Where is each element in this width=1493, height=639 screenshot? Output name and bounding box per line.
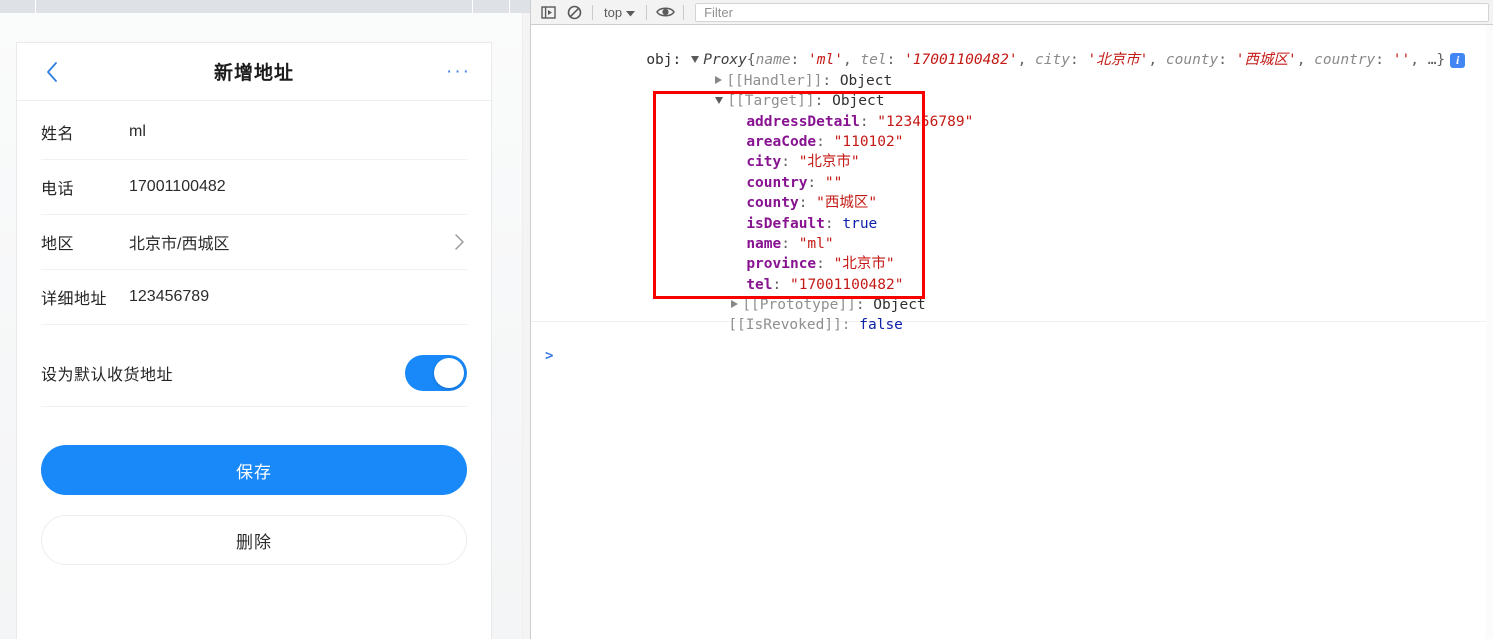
eye-icon[interactable] bbox=[652, 1, 678, 23]
field-label: 地区 bbox=[41, 236, 75, 253]
default-address-label: 设为默认收货地址 bbox=[41, 366, 174, 384]
region-value[interactable]: 北京市/西城区 bbox=[129, 230, 451, 254]
console-prompt[interactable]: > bbox=[531, 343, 1493, 369]
toolbar-separator bbox=[592, 4, 593, 20]
delete-button[interactable]: 删除 bbox=[41, 515, 467, 565]
devtools-console-pane: top Filter obj: Proxy{name: 'ml', tel: '… bbox=[531, 0, 1493, 639]
object-property-row[interactable]: tel: "17001100482" bbox=[531, 254, 1493, 293]
save-button[interactable]: 保存 bbox=[41, 445, 467, 495]
console-scrollbar[interactable] bbox=[1486, 25, 1493, 639]
object-property-row[interactable]: name: "ml" bbox=[531, 214, 1493, 252]
tel-input[interactable]: 17001100482 bbox=[129, 178, 467, 196]
screenshot-root: 新增地址 ··· 姓名 ml 电话 17001100482 地区 北京市/西城区 bbox=[0, 0, 1493, 639]
form-row-address-detail[interactable]: 详细地址 123456789 bbox=[41, 270, 467, 325]
browser-page-pane: 新增地址 ··· 姓名 ml 电话 17001100482 地区 北京市/西城区 bbox=[0, 0, 530, 639]
context-label: top bbox=[604, 4, 623, 20]
console-toolbar: top Filter bbox=[531, 0, 1493, 25]
chevron-left-icon bbox=[45, 61, 59, 83]
form-row-tel[interactable]: 电话 17001100482 bbox=[41, 160, 467, 215]
console-drawer-icon[interactable] bbox=[535, 1, 561, 23]
slot-name: [[IsRevoked]]: bbox=[728, 317, 851, 334]
tab-divider bbox=[35, 0, 36, 13]
page-header: 新增地址 ··· bbox=[17, 43, 491, 101]
form-row-name[interactable]: 姓名 ml bbox=[41, 105, 467, 160]
object-property-row[interactable]: city: "北京市" bbox=[531, 132, 1493, 170]
tab-divider bbox=[472, 0, 473, 13]
is-revoked-row: [[IsRevoked]]: false bbox=[531, 295, 1493, 333]
toolbar-separator bbox=[683, 4, 685, 20]
address-form-card: 新增地址 ··· 姓名 ml 电话 17001100482 地区 北京市/西城区 bbox=[16, 42, 492, 639]
object-property-row[interactable]: province: "北京市" bbox=[531, 234, 1493, 272]
internal-slot-handler[interactable]: [[Handler]]: Object bbox=[531, 50, 1493, 89]
console-log-entry: obj: Proxy{name: 'ml', tel: '17001100482'… bbox=[531, 25, 1493, 333]
more-options-button[interactable]: ··· bbox=[446, 62, 471, 81]
clear-console-icon[interactable] bbox=[561, 1, 587, 23]
default-address-row: 设为默认收货地址 bbox=[41, 339, 467, 407]
name-input[interactable]: ml bbox=[129, 123, 467, 141]
object-property-row[interactable]: county: "西城区" bbox=[531, 173, 1493, 211]
object-property-row[interactable]: isDefault: true bbox=[531, 193, 1493, 232]
field-label: 电话 bbox=[41, 181, 75, 198]
chevron-right-icon[interactable] bbox=[451, 233, 467, 251]
address-detail-input[interactable]: 123456789 bbox=[129, 288, 467, 306]
page-title: 新增地址 bbox=[213, 63, 294, 84]
back-button[interactable] bbox=[39, 59, 65, 85]
toggle-knob bbox=[434, 357, 464, 388]
proxy-summary-line[interactable]: obj: Proxy{name: 'ml', tel: '17001100482'… bbox=[531, 30, 1493, 68]
toolbar-separator bbox=[646, 4, 648, 20]
field-label: 姓名 bbox=[41, 126, 75, 143]
object-property-row[interactable]: country: "" bbox=[531, 152, 1493, 191]
chevron-down-icon bbox=[626, 5, 636, 20]
filter-input[interactable]: Filter bbox=[695, 2, 1489, 22]
console-output: obj: Proxy{name: 'ml', tel: '17001100482'… bbox=[531, 25, 1493, 639]
tab-divider bbox=[509, 0, 510, 13]
form-actions: 保存 删除 bbox=[17, 407, 491, 565]
default-address-toggle[interactable] bbox=[405, 354, 467, 391]
execution-context-select[interactable]: top bbox=[598, 2, 641, 22]
form-row-region[interactable]: 地区 北京市/西城区 bbox=[41, 215, 467, 270]
object-property-row[interactable]: addressDetail: "123456789" bbox=[531, 91, 1493, 130]
page-scrollbar[interactable] bbox=[522, 13, 530, 639]
address-form-fields: 姓名 ml 电话 17001100482 地区 北京市/西城区 详细地址 123… bbox=[17, 101, 491, 325]
slot-value: false bbox=[859, 317, 903, 334]
field-label: 详细地址 bbox=[41, 291, 108, 308]
object-property-row[interactable]: areaCode: "110102" bbox=[531, 112, 1493, 150]
prompt-caret-icon: > bbox=[545, 347, 554, 364]
browser-tab-strip[interactable] bbox=[0, 0, 530, 13]
internal-slot-target[interactable]: [[Target]]: Object bbox=[531, 71, 1493, 109]
prototype-row[interactable]: [[Prototype]]: Object bbox=[531, 275, 1493, 313]
